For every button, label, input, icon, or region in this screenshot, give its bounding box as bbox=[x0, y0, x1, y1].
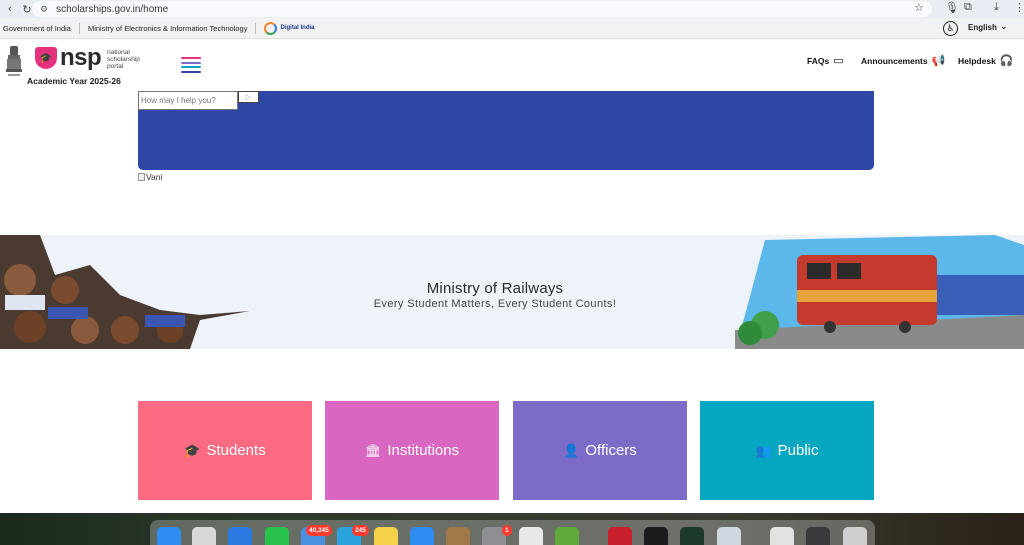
public-label: Public bbox=[777, 442, 819, 459]
public-card[interactable]: 👥 Public bbox=[700, 401, 874, 500]
launchpad-icon[interactable] bbox=[192, 527, 216, 545]
preview-icon[interactable] bbox=[717, 527, 741, 545]
mail-badge: 40,345 bbox=[306, 525, 332, 536]
user-icon: 👤 bbox=[563, 442, 580, 458]
faqs-link[interactable]: FAQs ▭ bbox=[807, 54, 844, 67]
trash-icon[interactable] bbox=[843, 527, 867, 545]
helpdesk-link[interactable]: Helpdesk 🎧 bbox=[958, 54, 1014, 67]
back-icon[interactable]: ‹ bbox=[3, 2, 17, 16]
accessibility-icon[interactable]: ♿ bbox=[943, 21, 958, 36]
digital-india-logo[interactable]: Digital India bbox=[264, 21, 315, 35]
telegram-badge: 245 bbox=[352, 525, 369, 536]
menu-icon[interactable]: ⋮ bbox=[1014, 1, 1024, 14]
nsp-logo-icon[interactable]: 🎓 bbox=[35, 47, 57, 69]
graduation-cap-icon: 🎓 bbox=[184, 442, 201, 458]
officers-card[interactable]: 👤 Officers bbox=[513, 401, 687, 500]
download-icon[interactable]: ⤓ bbox=[994, 1, 999, 14]
site-info-icon[interactable]: ⚙ bbox=[40, 4, 48, 15]
notes-icon[interactable] bbox=[374, 527, 398, 545]
chat-bubble-icon: ▭ bbox=[833, 55, 844, 67]
gov-india-link[interactable]: Government of India bbox=[0, 22, 80, 34]
microphone-icon[interactable]: 🎙 bbox=[945, 1, 959, 14]
train-illustration bbox=[735, 235, 1024, 349]
extensions-icon[interactable]: ⧉ bbox=[964, 1, 972, 14]
chatbot-input[interactable] bbox=[138, 91, 238, 110]
contacts-icon[interactable] bbox=[446, 527, 470, 545]
android-studio-icon[interactable] bbox=[555, 527, 579, 545]
academic-year: Academic Year 2025-26 bbox=[27, 76, 121, 86]
national-emblem-icon bbox=[6, 46, 22, 76]
app-store-icon[interactable] bbox=[410, 527, 434, 545]
whatsapp-icon[interactable] bbox=[265, 527, 289, 545]
digital-india-text: Digital India bbox=[280, 25, 315, 31]
users-icon: 👥 bbox=[755, 442, 772, 458]
bookmark-star-icon[interactable]: ☆ bbox=[914, 1, 924, 14]
chevron-down-icon[interactable]: ⌄ bbox=[1000, 21, 1008, 32]
students-card[interactable]: 🎓 Students bbox=[138, 401, 312, 500]
institutions-label: Institutions bbox=[387, 442, 460, 459]
document-thumbnail-icon[interactable] bbox=[770, 527, 794, 545]
institution-icon: 🏛 bbox=[364, 442, 382, 458]
finder-icon[interactable] bbox=[157, 527, 181, 545]
dock bbox=[150, 520, 875, 545]
faqs-label: FAQs bbox=[807, 55, 830, 66]
meity-link[interactable]: Ministry of Electronics & Information Te… bbox=[80, 22, 257, 34]
address-bar[interactable]: ⚙ scholarships.gov.in/home bbox=[32, 1, 932, 17]
officers-label: Officers bbox=[585, 442, 637, 459]
ministry-banner[interactable]: Ministry of Railways Every Student Matte… bbox=[0, 235, 1024, 349]
window-thumbnail-icon[interactable] bbox=[806, 527, 830, 545]
students-label: Students bbox=[206, 442, 266, 459]
hamburger-menu-icon[interactable] bbox=[181, 57, 201, 73]
broken-image-icon bbox=[138, 173, 145, 181]
announcements-link[interactable]: Announcements 📢 bbox=[861, 54, 945, 67]
video-app-icon[interactable] bbox=[644, 527, 668, 545]
vani-image-broken: Vani bbox=[138, 172, 162, 182]
nsp-logo-subtitle: national scholarship portal bbox=[107, 49, 140, 70]
acrobat-icon[interactable] bbox=[608, 527, 632, 545]
safari-icon[interactable] bbox=[228, 527, 252, 545]
megaphone-icon: 📢 bbox=[931, 55, 946, 67]
digital-india-swirl-icon bbox=[264, 21, 278, 35]
language-select[interactable]: English bbox=[968, 23, 997, 32]
site-header: 🎓 nsp national scholarship portal Academ… bbox=[0, 40, 1024, 90]
institutions-card[interactable]: 🏛 Institutions bbox=[325, 401, 499, 500]
send-icon[interactable]: ▷ bbox=[238, 91, 259, 103]
helpdesk-label: Helpdesk bbox=[958, 55, 996, 66]
announcements-label: Announcements bbox=[861, 55, 928, 66]
url-text: scholarships.gov.in/home bbox=[56, 3, 169, 15]
government-bar: Government of India Ministry of Electron… bbox=[0, 18, 1024, 39]
settings-badge: 1 bbox=[502, 525, 512, 536]
headset-icon: 🎧 bbox=[999, 55, 1014, 67]
chrome-icon[interactable] bbox=[519, 527, 543, 545]
vani-alt-text: Vani bbox=[146, 172, 163, 182]
editor-app-icon[interactable] bbox=[680, 527, 704, 545]
browser-toolbar: ‹ ↻ ⚙ scholarships.gov.in/home ☆ 🎙 ⧉ ⤓ ⋮ bbox=[0, 0, 1024, 18]
nsp-logo-text[interactable]: nsp bbox=[60, 46, 102, 70]
